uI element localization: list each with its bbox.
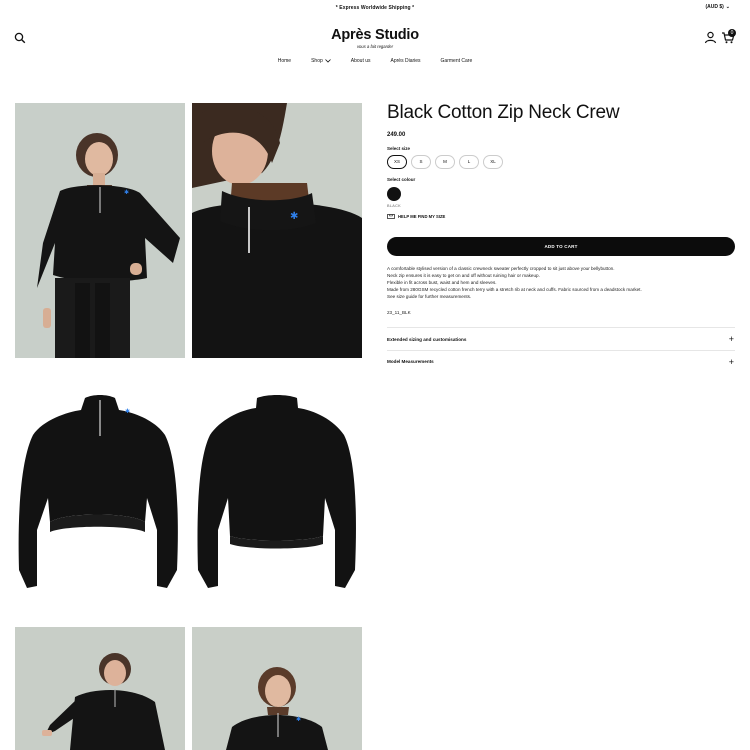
nav-item-diaries[interactable]: Après Diaries: [391, 58, 421, 64]
nav-item-home[interactable]: Home: [278, 58, 291, 64]
add-to-cart-button[interactable]: ADD TO CART: [387, 237, 735, 256]
size-option-l[interactable]: L: [459, 155, 479, 169]
main-nav: Home Shop About us Après Diaries Garment…: [0, 58, 750, 64]
cart-count-badge: 0: [728, 29, 736, 37]
nav-label: Shop: [311, 58, 323, 64]
product-price: 249.00: [387, 132, 406, 138]
svg-text:✱: ✱: [296, 716, 301, 723]
nav-label: About us: [350, 58, 371, 64]
colour-swatch-black[interactable]: [387, 187, 401, 201]
logo-tagline: vous a fait regarder: [356, 44, 394, 49]
description-line: See size guide for further measurements.: [387, 294, 472, 299]
accordion-model-measurements[interactable]: Model Measurements +: [387, 350, 735, 372]
colour-name: BLACK: [387, 204, 401, 208]
product-info: Black Cotton Zip Neck Crew 249.00 Select…: [387, 100, 735, 372]
plus-icon: +: [728, 356, 734, 367]
product-photo-model-front-2[interactable]: ✱: [192, 627, 362, 750]
product-photo-flat-front[interactable]: ✱: [15, 380, 185, 600]
size-option-m[interactable]: M: [435, 155, 455, 169]
nav-label: Après Diaries: [390, 58, 421, 64]
accordion-label: Extended sizing and customisations: [387, 336, 467, 342]
site-header: Après Studio vous a fait regarder 0: [0, 25, 750, 55]
size-option-s[interactable]: S: [411, 155, 431, 169]
chevron-down-icon: [324, 59, 331, 63]
announcement-bar: * Express Worldwide Shipping * (AUD $) ⌄: [0, 0, 750, 17]
svg-text:✱: ✱: [124, 189, 129, 196]
size-selector: XS S M L XL: [387, 155, 735, 169]
currency-label: (AUD $): [705, 4, 724, 10]
product-title: Black Cotton Zip Neck Crew: [387, 102, 620, 123]
nav-item-about[interactable]: About us: [351, 58, 371, 64]
account-icon[interactable]: [704, 31, 717, 44]
description-line: A comfortable stylised version of a clas…: [387, 266, 615, 271]
currency-selector[interactable]: (AUD $) ⌄: [705, 4, 730, 10]
accordion-label: Model Measurements: [387, 359, 434, 364]
description-line: Flexible in fit across bust, waist and h…: [387, 280, 497, 285]
product-photo-flat-back[interactable]: [192, 380, 362, 600]
svg-text:✱: ✱: [125, 408, 130, 415]
product-photo-detail-model[interactable]: ✱: [192, 103, 362, 358]
nav-label: Home: [277, 58, 292, 64]
size-option-xl[interactable]: XL: [483, 155, 503, 169]
product-photo-model-pose[interactable]: [15, 627, 185, 750]
size-help-label: HELP ME FIND MY SIZE: [398, 214, 446, 219]
ruler-icon: [387, 214, 395, 219]
nav-label: Garment Care: [440, 58, 473, 64]
accordion-list: Extended sizing and customisations + Mod…: [387, 327, 735, 372]
product-photo-front-model[interactable]: ✱: [15, 103, 185, 358]
description-line: Made from 280GSM recycled cotton french …: [387, 287, 642, 292]
logo-name: Après Studio: [331, 27, 419, 43]
svg-text:✱: ✱: [290, 211, 298, 222]
logo[interactable]: Après Studio vous a fait regarder: [0, 27, 750, 50]
chevron-down-icon: ⌄: [725, 4, 730, 10]
product-sku: 23_11_BLK: [387, 310, 411, 315]
size-option-xs[interactable]: XS: [387, 155, 407, 169]
plus-icon: +: [728, 334, 734, 344]
colour-label: Select colour: [387, 177, 416, 182]
nav-item-shop[interactable]: Shop: [311, 58, 331, 64]
accordion-extended-sizing[interactable]: Extended sizing and customisations +: [387, 328, 735, 350]
size-help-link[interactable]: HELP ME FIND MY SIZE: [387, 214, 735, 219]
announcement-text: * Express Worldwide Shipping *: [335, 5, 415, 11]
size-label: Select size: [387, 146, 411, 151]
description-line: Neck zip ensures it is easy to get on an…: [387, 273, 540, 278]
nav-item-garment-care[interactable]: Garment Care: [441, 58, 473, 64]
product-description: A comfortable stylised version of a clas…: [387, 265, 735, 300]
